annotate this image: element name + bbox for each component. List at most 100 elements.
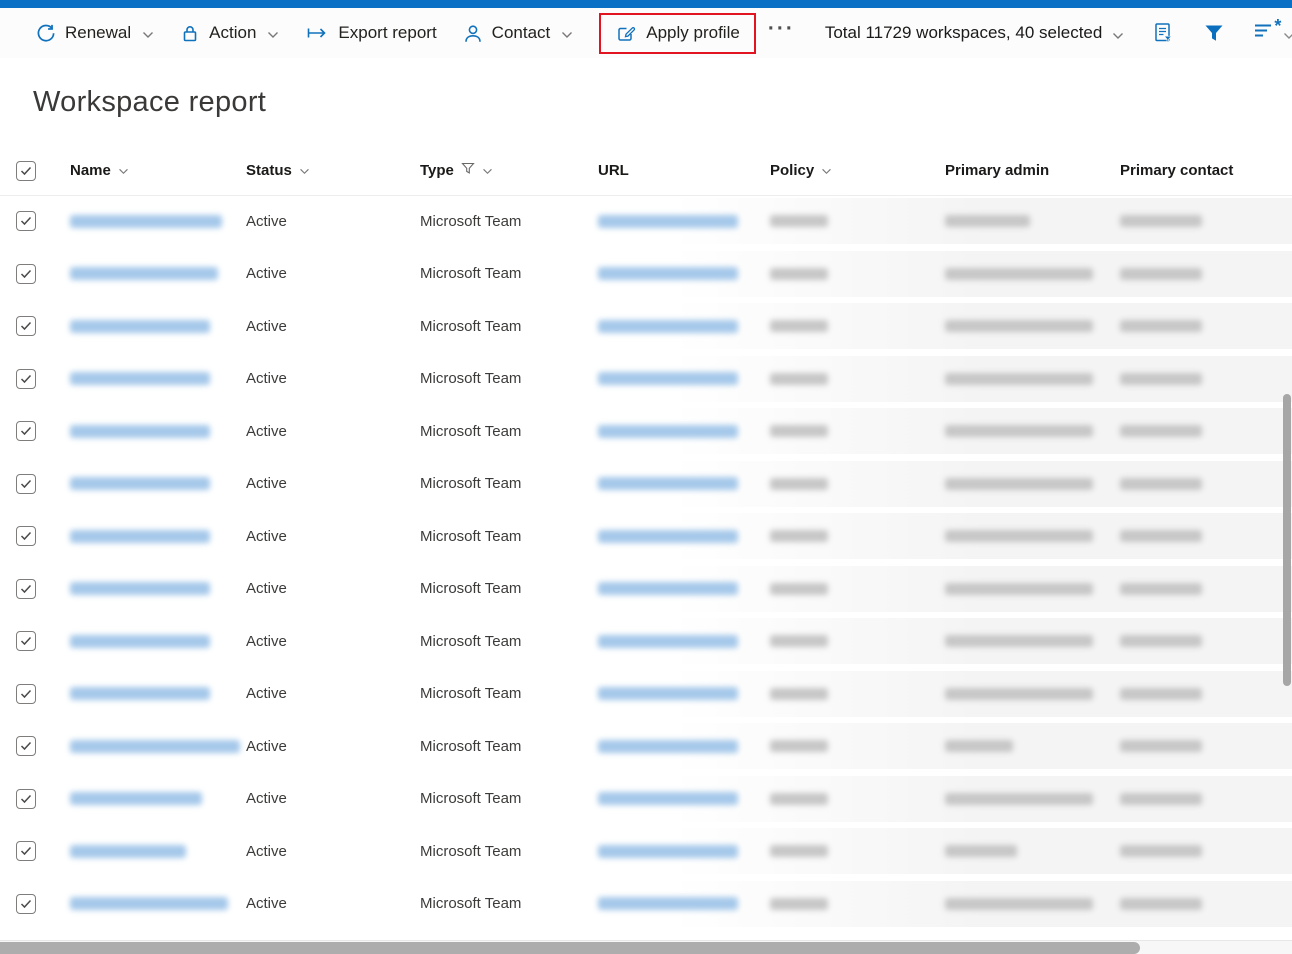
horizontal-scrollbar-track[interactable] [0, 940, 1292, 954]
row-checkbox[interactable] [16, 894, 36, 914]
view-options-icon[interactable]: * [1253, 22, 1292, 45]
column-header-primary-contact[interactable]: Primary contact [1120, 162, 1292, 179]
name-cell[interactable] [70, 267, 246, 280]
url-cell[interactable] [598, 425, 770, 438]
table-row[interactable]: ActiveMicrosoft Team [0, 356, 1292, 402]
redacted-url-link[interactable] [598, 792, 738, 805]
redacted-name-link[interactable] [70, 897, 228, 910]
horizontal-scrollbar[interactable] [0, 942, 1140, 954]
more-commands-button[interactable]: ··· [768, 24, 795, 42]
row-checkbox[interactable] [16, 631, 36, 651]
url-cell[interactable] [598, 215, 770, 228]
column-header-url[interactable]: URL [598, 162, 770, 179]
row-checkbox[interactable] [16, 841, 36, 861]
row-checkbox[interactable] [16, 474, 36, 494]
table-row[interactable]: ActiveMicrosoft Team [0, 828, 1292, 874]
redacted-url-link[interactable] [598, 530, 738, 543]
url-cell[interactable] [598, 845, 770, 858]
contact-button[interactable]: Contact [463, 23, 574, 44]
url-cell[interactable] [598, 635, 770, 648]
name-cell[interactable] [70, 635, 246, 648]
redacted-url-link[interactable] [598, 267, 738, 280]
row-checkbox[interactable] [16, 316, 36, 336]
column-header-policy[interactable]: Policy [770, 162, 945, 179]
url-cell[interactable] [598, 530, 770, 543]
redacted-name-link[interactable] [70, 267, 218, 280]
row-checkbox[interactable] [16, 211, 36, 231]
row-checkbox[interactable] [16, 264, 36, 284]
name-cell[interactable] [70, 845, 246, 858]
redacted-name-link[interactable] [70, 687, 210, 700]
url-cell[interactable] [598, 320, 770, 333]
redacted-url-link[interactable] [598, 687, 738, 700]
table-row[interactable]: ActiveMicrosoft Team [0, 251, 1292, 297]
column-header-name[interactable]: Name [70, 162, 246, 179]
selection-summary-dropdown[interactable]: Total 11729 workspaces, 40 selected [825, 22, 1125, 45]
name-cell[interactable] [70, 897, 246, 910]
name-cell[interactable] [70, 530, 246, 543]
redacted-name-link[interactable] [70, 582, 210, 595]
redacted-url-link[interactable] [598, 425, 738, 438]
row-checkbox[interactable] [16, 579, 36, 599]
row-checkbox[interactable] [16, 789, 36, 809]
name-cell[interactable] [70, 477, 246, 490]
redacted-name-link[interactable] [70, 635, 210, 648]
vertical-scrollbar[interactable] [1283, 394, 1291, 686]
table-row[interactable]: ActiveMicrosoft Team [0, 408, 1292, 454]
export-report-button[interactable]: Export report [305, 23, 436, 43]
redacted-url-link[interactable] [598, 582, 738, 595]
redacted-url-link[interactable] [598, 845, 738, 858]
url-cell[interactable] [598, 267, 770, 280]
name-cell[interactable] [70, 372, 246, 385]
row-checkbox[interactable] [16, 369, 36, 389]
table-row[interactable]: ActiveMicrosoft Team [0, 776, 1292, 822]
url-cell[interactable] [598, 740, 770, 753]
name-cell[interactable] [70, 687, 246, 700]
redacted-url-link[interactable] [598, 477, 738, 490]
action-button[interactable]: Action [180, 23, 279, 44]
redacted-name-link[interactable] [70, 372, 210, 385]
redacted-url-link[interactable] [598, 635, 738, 648]
redacted-name-link[interactable] [70, 845, 186, 858]
name-cell[interactable] [70, 792, 246, 805]
redacted-url-link[interactable] [598, 372, 738, 385]
table-row[interactable]: ActiveMicrosoft Team [0, 461, 1292, 507]
name-cell[interactable] [70, 215, 246, 228]
url-cell[interactable] [598, 477, 770, 490]
name-cell[interactable] [70, 582, 246, 595]
column-header-status[interactable]: Status [246, 162, 420, 179]
redacted-url-link[interactable] [598, 897, 738, 910]
table-row[interactable]: ActiveMicrosoft Team [0, 671, 1292, 717]
table-row[interactable]: ActiveMicrosoft Team [0, 303, 1292, 349]
redacted-url-link[interactable] [598, 320, 738, 333]
redacted-name-link[interactable] [70, 530, 210, 543]
row-checkbox[interactable] [16, 736, 36, 756]
url-cell[interactable] [598, 687, 770, 700]
url-cell[interactable] [598, 372, 770, 385]
column-header-primary-admin[interactable]: Primary admin [945, 162, 1120, 179]
table-row[interactable]: ActiveMicrosoft Team [0, 513, 1292, 559]
table-row[interactable]: ActiveMicrosoft Team [0, 881, 1292, 927]
redacted-name-link[interactable] [70, 215, 222, 228]
name-cell[interactable] [70, 320, 246, 333]
table-row[interactable]: ActiveMicrosoft Team [0, 566, 1292, 612]
report-filter-icon[interactable] [1152, 21, 1175, 45]
redacted-url-link[interactable] [598, 215, 738, 228]
row-checkbox[interactable] [16, 421, 36, 441]
select-all-checkbox[interactable] [16, 161, 36, 181]
column-header-type[interactable]: Type [420, 162, 598, 179]
name-cell[interactable] [70, 740, 246, 753]
table-row[interactable]: ActiveMicrosoft Team [0, 198, 1292, 244]
row-checkbox[interactable] [16, 684, 36, 704]
name-cell[interactable] [70, 425, 246, 438]
redacted-name-link[interactable] [70, 792, 202, 805]
renewal-button[interactable]: Renewal [35, 23, 154, 44]
url-cell[interactable] [598, 897, 770, 910]
filter-funnel-icon[interactable] [1202, 22, 1226, 44]
url-cell[interactable] [598, 792, 770, 805]
table-row[interactable]: ActiveMicrosoft Team [0, 618, 1292, 664]
url-cell[interactable] [598, 582, 770, 595]
table-row[interactable]: ActiveMicrosoft Team [0, 723, 1292, 769]
redacted-url-link[interactable] [598, 740, 738, 753]
apply-profile-button[interactable]: Apply profile [615, 23, 740, 44]
